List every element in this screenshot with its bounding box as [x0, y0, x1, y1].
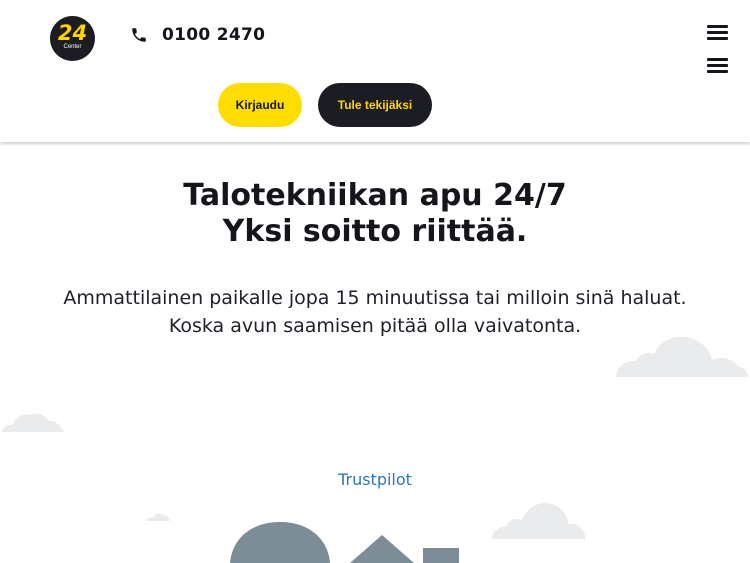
site-header: 24 Center 0100 2470 Kirjaudu Tule tekijä… [0, 0, 750, 142]
phone-number-link[interactable]: 0100 2470 [162, 24, 265, 46]
cloud-illustration [616, 336, 748, 377]
login-button[interactable]: Kirjaudu [218, 83, 302, 127]
phone-icon[interactable] [130, 26, 148, 44]
hero-description-line: Ammattilainen paikalle jopa 15 minuutiss… [63, 287, 687, 309]
logo-subtitle: Center [63, 44, 82, 50]
hamburger-menu-icon[interactable] [707, 25, 728, 41]
become-worker-button[interactable]: Tule tekijäksi [318, 83, 432, 127]
trustpilot-link[interactable]: Trustpilot [0, 469, 750, 491]
hero-title-line: Yksi soitto riittää. [222, 214, 528, 249]
houses-illustration [230, 522, 459, 563]
hero-title-line: Talotekniikan apu 24/7 [183, 178, 567, 213]
hero-title: Talotekniikan apu 24/7 Yksi soitto riitt… [0, 178, 750, 250]
hamburger-menu-icon[interactable] [707, 58, 728, 74]
cloud-illustration [2, 413, 64, 432]
24center-logo[interactable]: 24 Center [50, 16, 95, 61]
logo-number: 24 [57, 21, 88, 45]
